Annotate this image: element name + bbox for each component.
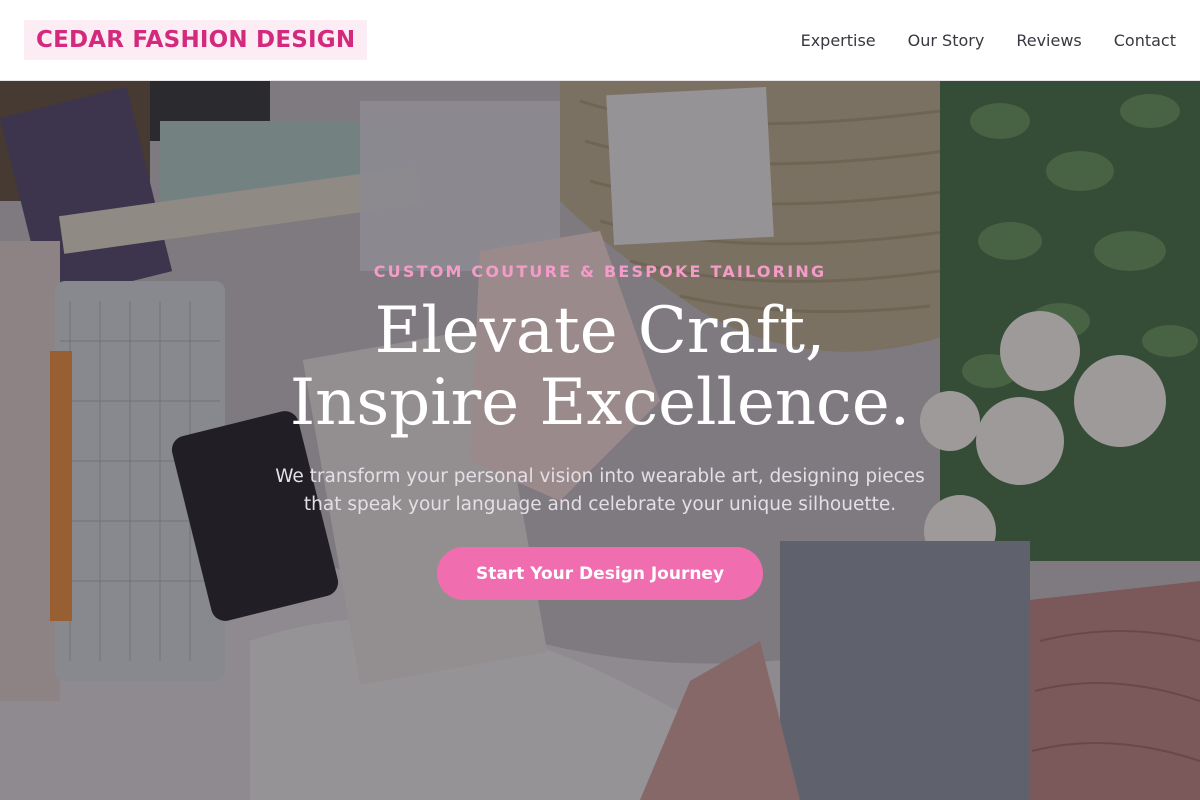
hero-headline: Elevate Craft, Inspire Excellence. <box>289 294 911 440</box>
nav-link-expertise[interactable]: Expertise <box>801 31 876 50</box>
nav-link-contact[interactable]: Contact <box>1114 31 1176 50</box>
start-design-journey-button[interactable]: Start Your Design Journey <box>436 547 764 600</box>
nav-link-reviews[interactable]: Reviews <box>1016 31 1081 50</box>
hero-section: CUSTOM COUTURE & BESPOKE TAILORING Eleva… <box>0 81 1200 800</box>
main-nav: Expertise Our Story Reviews Contact <box>801 31 1176 50</box>
nav-link-our-story[interactable]: Our Story <box>908 31 985 50</box>
site-header: CEDAR FASHION DESIGN Expertise Our Story… <box>0 0 1200 81</box>
hero-eyebrow: CUSTOM COUTURE & BESPOKE TAILORING <box>373 262 827 281</box>
hero-content: CUSTOM COUTURE & BESPOKE TAILORING Eleva… <box>0 81 1200 800</box>
hero-subtext: We transform your personal vision into w… <box>275 466 925 515</box>
brand-logo[interactable]: CEDAR FASHION DESIGN <box>24 20 368 60</box>
